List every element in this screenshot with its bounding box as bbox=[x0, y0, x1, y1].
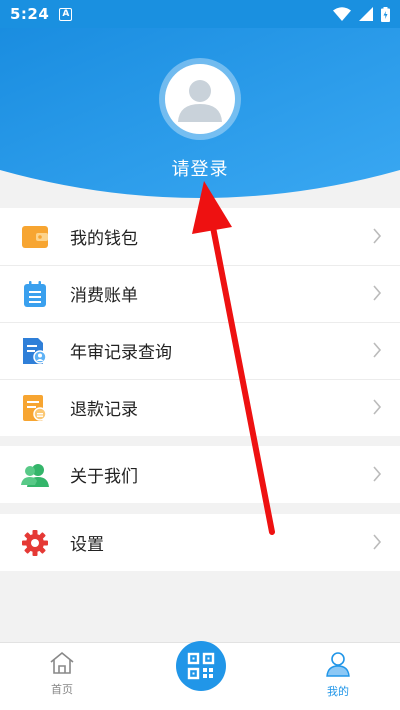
battery-icon bbox=[381, 6, 390, 22]
bill-icon bbox=[24, 280, 46, 307]
menu-item-wallet[interactable]: 我的钱包 bbox=[0, 208, 400, 265]
menu-label: 我的钱包 bbox=[70, 229, 138, 249]
user-profile-icon bbox=[326, 652, 350, 677]
status-bar: 5:24 A bbox=[0, 0, 400, 28]
menu-label: 年审记录查询 bbox=[70, 343, 172, 363]
chevron-right-icon bbox=[373, 342, 382, 358]
tab-home[interactable]: 首页 bbox=[22, 651, 102, 697]
wifi-icon bbox=[333, 7, 351, 21]
menu-item-bill[interactable]: 消费账单 bbox=[0, 265, 400, 322]
chevron-right-icon bbox=[373, 228, 382, 244]
notification-a-icon: A bbox=[59, 7, 73, 21]
menu-item-settings[interactable]: 设置 bbox=[0, 514, 400, 571]
user-avatar-icon bbox=[178, 80, 222, 122]
record-query-icon bbox=[23, 337, 47, 364]
menu-label: 消费账单 bbox=[70, 286, 138, 306]
wallet-icon bbox=[22, 225, 48, 248]
home-icon bbox=[50, 651, 74, 674]
refund-icon bbox=[23, 394, 47, 421]
qr-code-icon bbox=[187, 652, 215, 680]
login-link[interactable]: 请登录 bbox=[0, 155, 400, 181]
menu-group-settings: 设置 bbox=[0, 514, 400, 571]
menu-label: 退款记录 bbox=[70, 400, 138, 420]
bottom-tab-bar: 首页 我的 bbox=[0, 641, 400, 710]
menu-label: 关于我们 bbox=[70, 467, 138, 487]
menu-item-refund[interactable]: 退款记录 bbox=[0, 379, 400, 436]
signal-icon bbox=[359, 7, 373, 21]
menu-item-record-query[interactable]: 年审记录查询 bbox=[0, 322, 400, 379]
status-time: 5:24 bbox=[10, 5, 50, 23]
menu-item-about-us[interactable]: 关于我们 bbox=[0, 446, 400, 503]
chevron-right-icon bbox=[373, 399, 382, 415]
chevron-right-icon bbox=[373, 285, 382, 301]
profile-header: 请登录 bbox=[0, 28, 400, 200]
tab-home-label: 首页 bbox=[51, 683, 73, 696]
menu-group-account: 我的钱包 消费账单 年审记录查询 退款记录 bbox=[0, 208, 400, 436]
menu-label: 设置 bbox=[70, 535, 104, 555]
chevron-right-icon bbox=[373, 534, 382, 550]
menu-group-about: 关于我们 bbox=[0, 446, 400, 503]
tab-mine[interactable]: 我的 bbox=[298, 651, 378, 699]
settings-gear-icon bbox=[22, 529, 48, 556]
tab-mine-label: 我的 bbox=[327, 685, 349, 698]
chevron-right-icon bbox=[373, 466, 382, 482]
scan-qr-button[interactable] bbox=[176, 641, 226, 691]
about-us-icon bbox=[21, 463, 49, 487]
avatar[interactable] bbox=[159, 58, 241, 140]
